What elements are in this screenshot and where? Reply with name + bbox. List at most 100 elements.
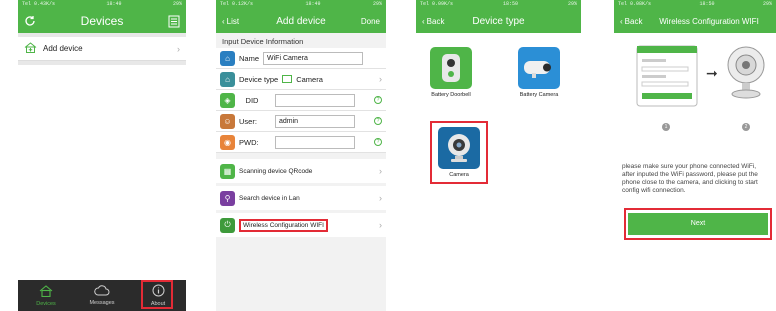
- qrcode-icon: ▦: [220, 163, 235, 179]
- back-button[interactable]: ‹ Back: [422, 17, 444, 26]
- nav-bar: ‹ List Add device Done: [216, 9, 386, 33]
- user-icon: ☺: [220, 113, 235, 129]
- bullet-camera-icon: [518, 47, 560, 89]
- camera-illustration: [727, 46, 765, 99]
- back-label: Back: [624, 16, 643, 26]
- device-type-screen: Tel 0.09K/s 18:50 29% ‹ Back Device type…: [416, 0, 581, 311]
- chevron-left-icon: ‹: [620, 16, 623, 26]
- device-label: Camera: [449, 172, 469, 178]
- section-heading: Input Device Information: [222, 37, 304, 46]
- page-title: Devices: [80, 14, 124, 28]
- status-bar: Tel 0.43K/s 18:49 29%: [18, 0, 186, 9]
- chevron-right-icon: ›: [379, 166, 382, 176]
- device-type-value: Camera: [296, 74, 323, 84]
- webcam-icon: [438, 127, 480, 169]
- search-label: Search device in Lan: [239, 194, 300, 202]
- about-highlight: [141, 280, 173, 309]
- layers-icon: ◈: [220, 92, 235, 108]
- home-plus-icon: [24, 42, 37, 55]
- tab-devices[interactable]: Devices: [26, 284, 66, 307]
- device-type-label: Device type: [239, 74, 279, 84]
- step-1-badge: 1: [662, 123, 670, 131]
- name-label: Name: [239, 53, 260, 63]
- wireless-label: Wireless Configuration WIFI: [239, 218, 328, 232]
- wireless-config-screen: Tel 0.08K/s 18:50 29% ‹ Back Wireless Co…: [614, 0, 776, 311]
- next-highlight: Next: [624, 207, 772, 240]
- status-battery: 29%: [567, 1, 577, 7]
- home-icon: [39, 284, 53, 299]
- did-row: ◈ DID ?: [216, 90, 386, 111]
- camera-outline-icon: [282, 75, 293, 83]
- back-button[interactable]: ‹ Back: [620, 17, 642, 26]
- status-battery: 29%: [372, 1, 382, 7]
- divider: [18, 61, 186, 65]
- device-type-row[interactable]: ⌂ Device type Camera ›: [216, 69, 386, 90]
- status-time: 18:49: [106, 1, 122, 7]
- scan-qrcode-row[interactable]: ▦ Scanning device QRcode ›: [216, 159, 386, 183]
- help-icon[interactable]: ?: [374, 96, 382, 104]
- add-device-screen: Tel 0.12K/s 18:49 29% ‹ List Add device …: [216, 0, 386, 311]
- device-camera[interactable]: Camera: [430, 121, 488, 184]
- status-time: 18:49: [305, 1, 321, 7]
- help-icon[interactable]: ?: [374, 138, 382, 146]
- name-input[interactable]: WiFi Camera: [263, 51, 364, 65]
- devices-screen: Tel 0.43K/s 18:49 29% Devices Add device…: [18, 0, 186, 311]
- device-label: Battery Camera: [519, 92, 559, 98]
- status-battery: 29%: [762, 1, 772, 7]
- home-icon: ⌂: [220, 50, 235, 66]
- did-input[interactable]: [275, 93, 355, 107]
- phone-illustration: [636, 45, 698, 107]
- status-network: Tel 0.43K/s: [22, 1, 56, 7]
- illustration: ➞ 1 2: [614, 33, 776, 143]
- search-lan-row[interactable]: ⚲ Search device in Lan ›: [216, 186, 386, 210]
- tab-devices-label: Devices: [36, 300, 56, 307]
- back-button[interactable]: ‹ List: [222, 17, 239, 26]
- status-bar: Tel 0.08K/s 18:50 29%: [614, 0, 776, 9]
- nav-bar: ‹ Back Device type: [416, 9, 581, 33]
- user-input[interactable]: admin: [275, 114, 355, 128]
- power-icon: ⏻: [220, 217, 235, 233]
- name-row: ⌂ Name WiFi Camera: [216, 48, 386, 69]
- next-button[interactable]: Next: [628, 212, 768, 235]
- nav-bar: Devices: [18, 9, 186, 33]
- status-network: Tel 0.09K/s: [420, 1, 454, 7]
- back-label: Back: [426, 16, 445, 26]
- status-bar: Tel 0.12K/s 18:49 29%: [216, 0, 386, 9]
- pwd-label: PWD:: [239, 137, 259, 147]
- device-battery-camera[interactable]: Battery Camera: [518, 47, 560, 98]
- help-icon[interactable]: ?: [374, 117, 382, 125]
- refresh-icon[interactable]: [24, 15, 36, 27]
- chevron-right-icon: ›: [177, 43, 180, 54]
- doorbell-icon: [430, 47, 472, 89]
- device-grid: Battery Doorbell Battery Camera Camera: [416, 33, 581, 273]
- status-bar: Tel 0.09K/s 18:50 29%: [416, 0, 581, 9]
- status-network: Tel 0.12K/s: [220, 1, 254, 7]
- instructions-text: please make sure your phone connected Wi…: [622, 163, 758, 195]
- status-time: 18:50: [502, 1, 518, 7]
- home-icon: ⌂: [220, 71, 235, 87]
- chevron-right-icon: ›: [379, 193, 382, 203]
- status-network: Tel 0.08K/s: [618, 1, 652, 7]
- device-label: Battery Doorbell: [431, 92, 471, 98]
- step-2-badge: 2: [742, 123, 750, 131]
- add-device-row[interactable]: Add device ›: [18, 37, 186, 61]
- chevron-right-icon: ›: [379, 74, 382, 84]
- chevron-left-icon: ‹: [222, 16, 225, 26]
- status-battery: 29%: [172, 1, 182, 7]
- wireless-config-row[interactable]: ⏻ Wireless Configuration WIFI ›: [216, 213, 386, 237]
- chevron-right-icon: ›: [379, 220, 382, 230]
- search-icon: ⚲: [220, 190, 235, 206]
- tab-messages[interactable]: Messages: [82, 285, 122, 306]
- arrow-right-icon: ➞: [706, 65, 718, 81]
- status-time: 18:50: [699, 1, 715, 7]
- edit-list-icon[interactable]: [168, 15, 180, 28]
- tab-messages-label: Messages: [89, 300, 115, 306]
- did-label: DID: [245, 95, 259, 105]
- pwd-input[interactable]: [275, 135, 355, 149]
- pwd-row: ◉ PWD: ?: [216, 132, 386, 153]
- lock-icon: ◉: [220, 134, 235, 150]
- device-battery-doorbell[interactable]: Battery Doorbell: [430, 47, 472, 98]
- done-button[interactable]: Done: [361, 17, 380, 26]
- back-label: List: [226, 16, 240, 26]
- scan-label: Scanning device QRcode: [239, 167, 313, 175]
